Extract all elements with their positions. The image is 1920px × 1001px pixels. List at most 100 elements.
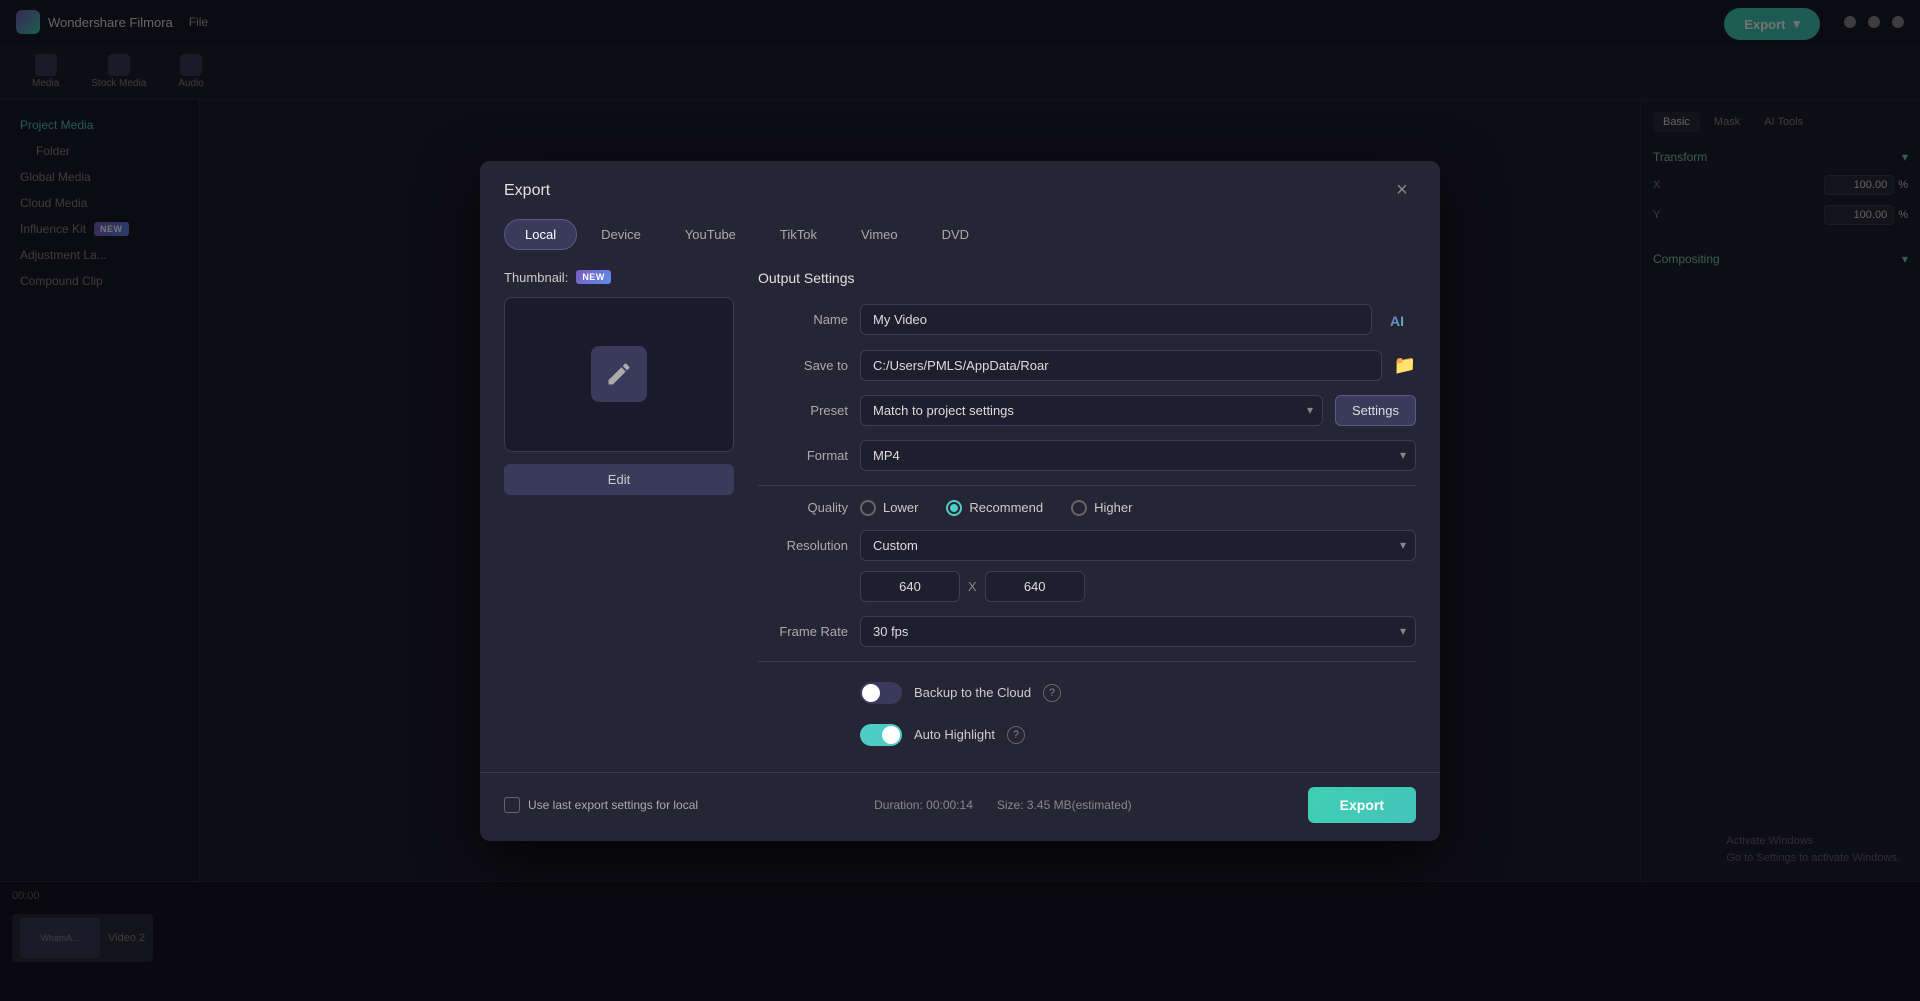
browse-folder-button[interactable]: 📁: [1394, 355, 1416, 376]
export-tabs-bar: Local Device YouTube TikTok Vimeo DVD: [480, 205, 1440, 250]
frame-rate-select[interactable]: 30 fps: [860, 616, 1416, 647]
size-info: Size: 3.45 MB(estimated): [997, 798, 1132, 812]
form-row-save-to: Save to 📁: [758, 350, 1416, 381]
quality-higher-circle: [1071, 500, 1087, 516]
resolution-select[interactable]: Custom: [860, 530, 1416, 561]
backup-cloud-slider: [860, 682, 902, 704]
footer-left: Use last export settings for local: [504, 797, 698, 813]
frame-rate-label: Frame Rate: [758, 624, 848, 639]
form-row-resolution: Resolution Custom ▾: [758, 530, 1416, 561]
ai-name-button[interactable]: AI: [1384, 304, 1416, 336]
tab-vimeo[interactable]: Vimeo: [841, 220, 918, 249]
form-row-format: Format MP4 ▾: [758, 440, 1416, 471]
ai-icon: AI: [1388, 308, 1412, 332]
quality-label: Quality: [758, 500, 848, 515]
auto-highlight-toggle-row: Auto Highlight ?: [758, 718, 1416, 752]
form-row-quality: Quality Lower Recommend Higher: [758, 500, 1416, 516]
output-settings-title: Output Settings: [758, 270, 1416, 286]
backup-cloud-info-icon[interactable]: ?: [1043, 684, 1061, 702]
tab-device[interactable]: Device: [581, 220, 661, 249]
format-select-wrapper: MP4 ▾: [860, 440, 1416, 471]
modal-header: Export ×: [480, 161, 1440, 205]
auto-highlight-info-icon[interactable]: ?: [1007, 726, 1025, 744]
output-form-grid: Name AI: [758, 304, 1416, 471]
settings-button-label: Settings: [1352, 403, 1399, 418]
tab-youtube[interactable]: YouTube: [665, 220, 756, 249]
modal-close-button[interactable]: ×: [1388, 177, 1416, 205]
resolution-label: Resolution: [758, 538, 848, 553]
auto-highlight-label: Auto Highlight: [914, 727, 995, 742]
tab-vimeo-label: Vimeo: [861, 227, 898, 242]
size-value: 3.45 MB(estimated): [1027, 798, 1132, 812]
settings-button[interactable]: Settings: [1335, 395, 1416, 426]
quality-radio-group: Lower Recommend Higher: [860, 500, 1132, 516]
export-modal: Export × Local Device YouTube TikTok Vim…: [480, 161, 1440, 841]
modal-body: Thumbnail: NEW Edit Output Settings: [480, 250, 1440, 772]
resolution-height-input[interactable]: [985, 571, 1085, 602]
resolution-x-separator: X: [968, 579, 977, 594]
tab-device-label: Device: [601, 227, 641, 242]
format-label: Format: [758, 448, 848, 463]
format-select[interactable]: MP4: [860, 440, 1416, 471]
tab-youtube-label: YouTube: [685, 227, 736, 242]
duration-label: Duration:: [874, 798, 923, 812]
tab-dvd-label: DVD: [942, 227, 969, 242]
quality-lower-label: Lower: [883, 500, 918, 515]
resolution-inputs: X: [860, 571, 1416, 602]
checkbox-label-text: Use last export settings for local: [528, 798, 698, 812]
checkbox-box-icon: [504, 797, 520, 813]
preset-select[interactable]: Match to project settings: [860, 395, 1323, 426]
resolution-select-wrapper: Custom ▾: [860, 530, 1416, 561]
svg-text:AI: AI: [1390, 313, 1404, 329]
form-row-name: Name AI: [758, 304, 1416, 336]
divider-2: [758, 661, 1416, 662]
backup-cloud-toggle-row: Backup to the Cloud ?: [758, 676, 1416, 710]
form-row-frame-rate: Frame Rate 30 fps ▾: [758, 616, 1416, 647]
last-export-settings-checkbox[interactable]: Use last export settings for local: [504, 797, 698, 813]
name-input[interactable]: [860, 304, 1372, 335]
tab-local[interactable]: Local: [504, 219, 577, 250]
duration-info: Duration: 00:00:14: [874, 798, 973, 812]
quality-recommend-radio[interactable]: Recommend: [946, 500, 1043, 516]
quality-lower-circle: [860, 500, 876, 516]
footer-info: Duration: 00:00:14 Size: 3.45 MB(estimat…: [874, 798, 1132, 812]
modal-footer: Use last export settings for local Durat…: [480, 772, 1440, 841]
quality-higher-radio[interactable]: Higher: [1071, 500, 1132, 516]
frame-rate-select-wrapper: 30 fps ▾: [860, 616, 1416, 647]
output-settings-panel: Output Settings Name: [758, 270, 1416, 752]
form-row-resolution-wh: X: [758, 571, 1416, 602]
thumbnail-panel: Thumbnail: NEW Edit: [504, 270, 734, 752]
preset-select-wrapper: Match to project settings ▾: [860, 395, 1323, 426]
quality-higher-label: Higher: [1094, 500, 1132, 515]
modal-title: Export: [504, 182, 550, 200]
export-button[interactable]: Export: [1308, 787, 1416, 823]
tab-dvd[interactable]: DVD: [922, 220, 989, 249]
tab-tiktok[interactable]: TikTok: [760, 220, 837, 249]
quality-recommend-circle: [946, 500, 962, 516]
auto-highlight-slider: [860, 724, 902, 746]
edit-button[interactable]: Edit: [504, 464, 734, 495]
duration-value: 00:00:14: [926, 798, 973, 812]
backup-cloud-toggle[interactable]: [860, 682, 902, 704]
tab-tiktok-label: TikTok: [780, 227, 817, 242]
divider-1: [758, 485, 1416, 486]
quality-lower-radio[interactable]: Lower: [860, 500, 918, 516]
quality-recommend-label: Recommend: [969, 500, 1043, 515]
auto-highlight-toggle[interactable]: [860, 724, 902, 746]
thumbnail-text: Thumbnail:: [504, 270, 568, 285]
export-button-label: Export: [1340, 797, 1384, 813]
form-row-preset: Preset Match to project settings ▾ Setti…: [758, 395, 1416, 426]
edit-pencil-icon: [605, 360, 633, 388]
resolution-width-input[interactable]: [860, 571, 960, 602]
size-label: Size:: [997, 798, 1024, 812]
thumbnail-new-badge: NEW: [576, 270, 611, 284]
thumbnail-box[interactable]: [504, 297, 734, 452]
close-icon: ×: [1396, 179, 1408, 202]
tab-local-label: Local: [525, 227, 556, 242]
save-to-label: Save to: [758, 358, 848, 373]
name-label: Name: [758, 312, 848, 327]
save-to-input[interactable]: [860, 350, 1382, 381]
preset-label: Preset: [758, 403, 848, 418]
thumbnail-label-row: Thumbnail: NEW: [504, 270, 734, 285]
edit-button-label: Edit: [608, 472, 630, 487]
